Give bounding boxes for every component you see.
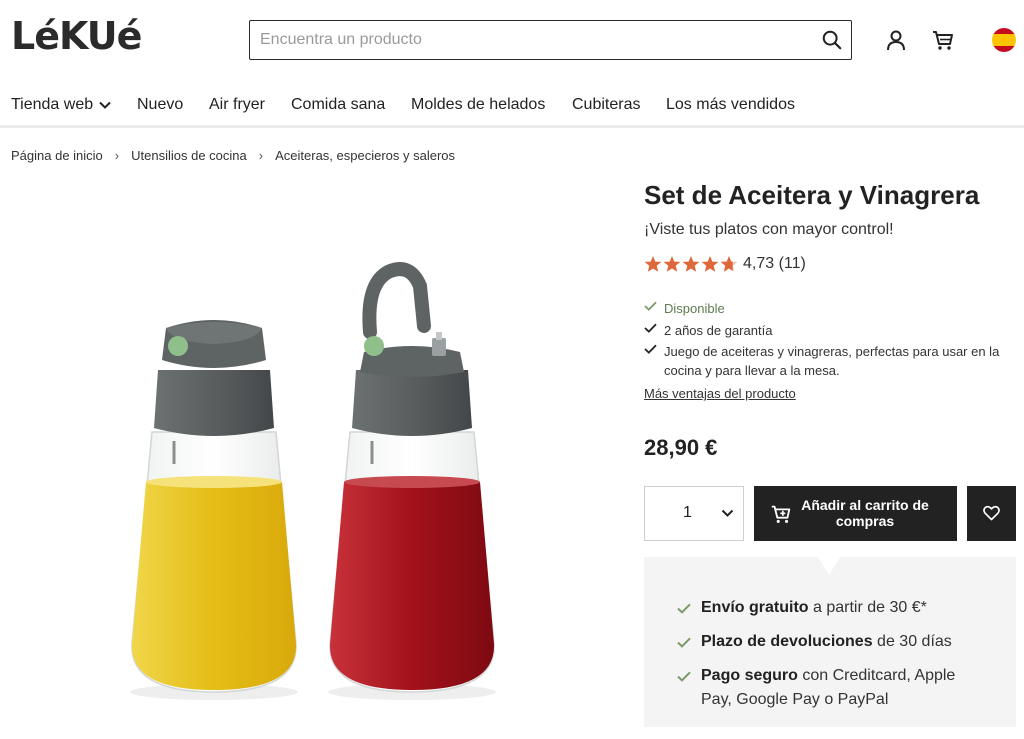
rating-value: 4,73	[743, 255, 775, 272]
product-image[interactable]	[0, 176, 625, 739]
lekue-logo[interactable]: LéKUé	[11, 14, 142, 58]
add-to-cart-button[interactable]: Añadir al carrito de compras	[754, 486, 957, 541]
nav-item-los-mas-vendidos[interactable]: Los más vendidos	[666, 96, 795, 114]
breadcrumb-kitchen-utensils[interactable]: Utensilios de cocina	[131, 148, 247, 163]
check-icon	[644, 301, 657, 311]
nav-item-moldes-de-helados[interactable]: Moldes de helados	[411, 96, 545, 114]
product-price: 28,90 €	[644, 435, 718, 460]
wishlist-button[interactable]	[967, 486, 1016, 541]
description-line-2: cocina y para llevar a la mesa.	[664, 363, 840, 378]
benefits-notch	[818, 557, 840, 575]
breadcrumb-current-category[interactable]: Aceiteras, especieros y saleros	[275, 148, 455, 163]
breadcrumb-home[interactable]: Página de inicio	[11, 148, 103, 163]
search-icon[interactable]	[821, 29, 843, 51]
product-title: Set de Aceitera y Vinagrera	[644, 180, 980, 210]
search-input[interactable]	[260, 29, 810, 51]
breadcrumb-separator: ›	[258, 148, 264, 164]
product-subtitle: ¡Viste tus platos con mayor control!	[644, 221, 894, 238]
quantity-select[interactable]: 1	[644, 486, 744, 541]
spain-flag-icon[interactable]	[992, 28, 1016, 52]
oil-vinegar-bottles-illustration	[130, 262, 496, 700]
user-icon[interactable]	[883, 27, 909, 53]
breadcrumb-separator: ›	[114, 148, 120, 164]
chevron-down-icon	[721, 509, 734, 517]
check-icon	[677, 603, 691, 614]
nav-item-air-fryer[interactable]: Air fryer	[209, 96, 265, 114]
description-line-1: Juego de aceiteras y vinagreras, perfect…	[664, 344, 1000, 359]
more-benefits-link[interactable]: Más ventajas del producto	[644, 386, 796, 401]
rating-stars-icon	[644, 256, 738, 272]
nav-item-tienda-web[interactable]: Tienda web	[11, 96, 111, 114]
heart-icon	[983, 505, 1000, 521]
nav-item-comida-sana[interactable]: Comida sana	[291, 96, 385, 114]
add-to-cart-label: Añadir al carrito de compras	[801, 497, 929, 529]
warranty-text: 2 años de garantía	[664, 323, 773, 338]
quantity-value: 1	[683, 504, 692, 521]
benefits-box: Envío gratuito a partir de 30 €* Plazo d…	[644, 557, 1016, 727]
cart-icon[interactable]	[930, 27, 956, 53]
nav-item-cubiteras[interactable]: Cubiteras	[572, 96, 640, 114]
search-box[interactable]	[249, 20, 852, 60]
breadcrumb: Página de inicio › Utensilios de cocina › Ac…	[11, 147, 455, 163]
check-icon	[677, 671, 691, 682]
main-navigation: Tienda web Nuevo Air fryer Comida sana M…	[0, 84, 1024, 128]
check-icon	[677, 637, 691, 648]
site-header: LéKUé	[0, 0, 1024, 80]
chevron-down-icon	[99, 101, 111, 109]
nav-item-nuevo[interactable]: Nuevo	[137, 96, 183, 114]
availability-status: Disponible	[664, 301, 725, 316]
check-icon	[644, 344, 657, 354]
review-count[interactable]: (11)	[779, 255, 806, 272]
product-rating[interactable]: 4,73 (11)	[644, 255, 806, 275]
check-icon	[644, 323, 657, 333]
